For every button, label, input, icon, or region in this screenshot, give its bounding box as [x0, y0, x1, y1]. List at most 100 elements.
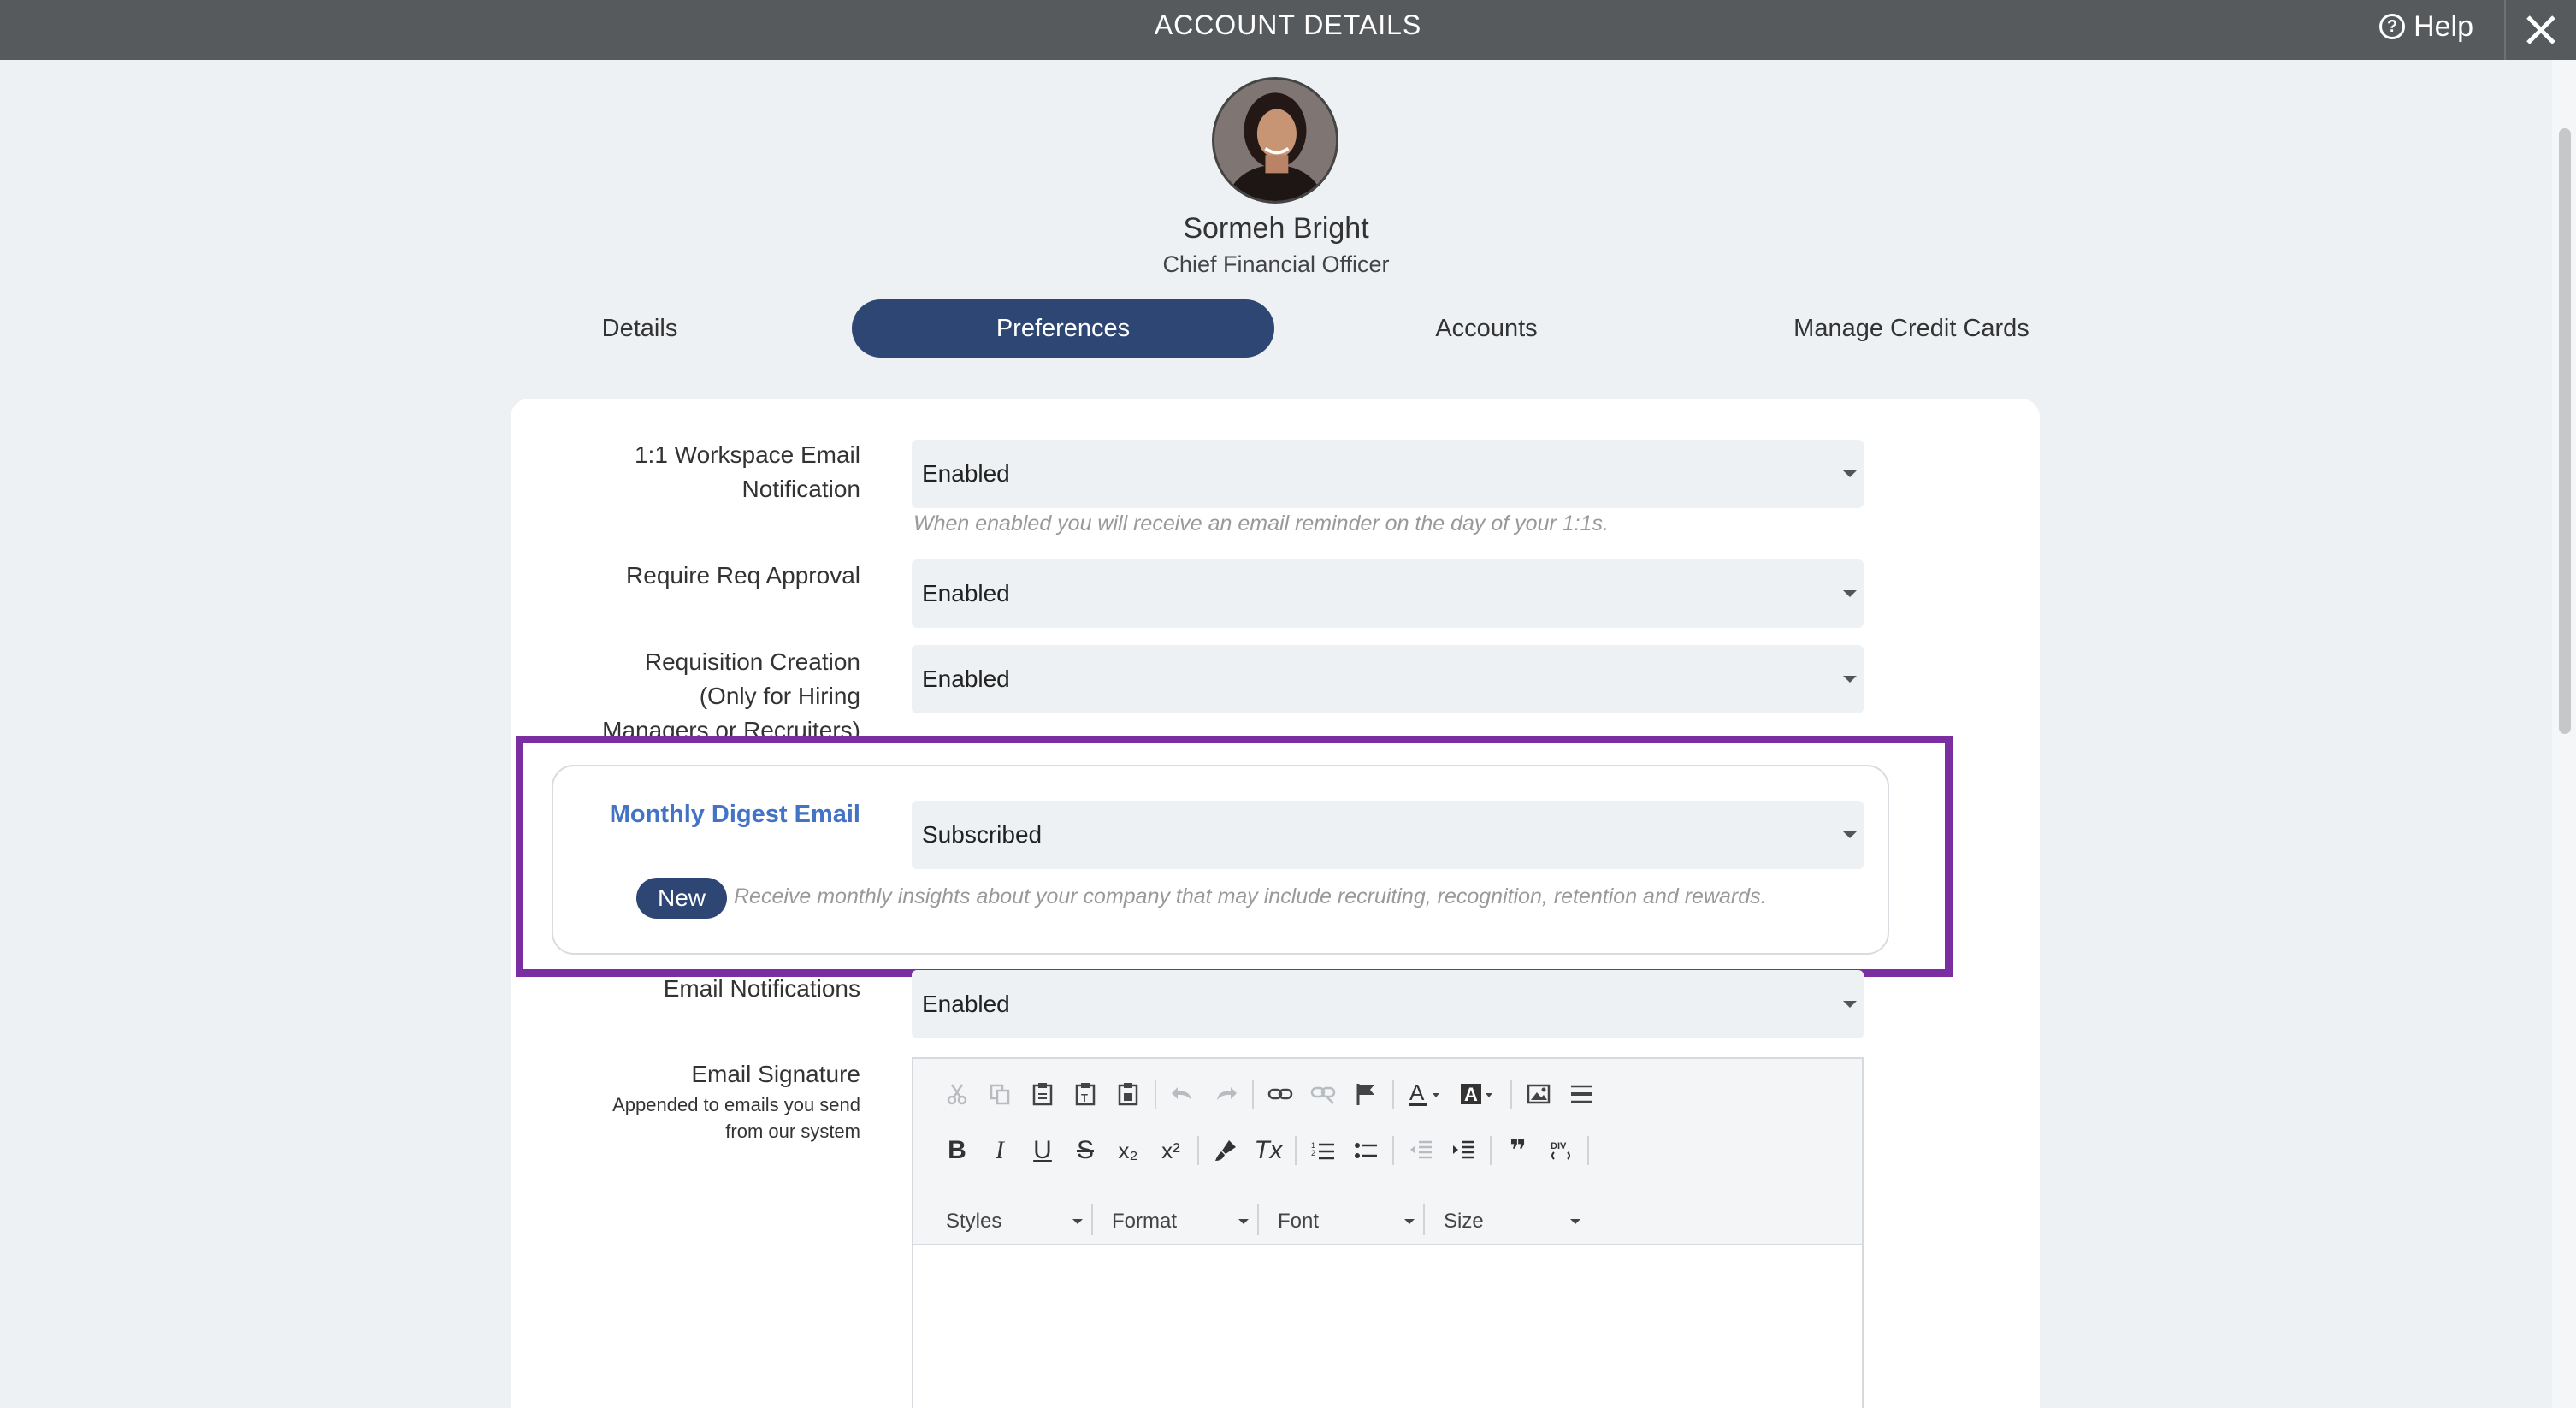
svg-text:2: 2 — [1311, 1149, 1315, 1157]
unlink-icon[interactable] — [1302, 1073, 1344, 1115]
workspace-email-value: Enabled — [922, 460, 1010, 487]
chevron-down-icon — [1404, 1219, 1415, 1224]
svg-text:A: A — [1464, 1084, 1478, 1105]
monthly-digest-label: Monthly Digest Email — [609, 801, 860, 828]
create-div-icon[interactable]: DIV — [1539, 1129, 1582, 1172]
toolbar-separator — [1510, 1080, 1512, 1109]
undo-icon[interactable] — [1161, 1073, 1204, 1115]
requisition-creation-label-line1: Requisition Creation — [644, 648, 860, 675]
email-notifications-select[interactable]: Enabled — [912, 970, 1864, 1038]
horizontal-rule-icon[interactable] — [1560, 1073, 1603, 1115]
scrollbar-thumb[interactable] — [2559, 128, 2571, 734]
email-signature-sub-line2: from our system — [725, 1121, 860, 1142]
profile-name: Sormeh Bright — [1183, 212, 1369, 245]
paste-text-icon[interactable]: T — [1064, 1073, 1107, 1115]
new-badge: New — [636, 878, 727, 919]
blockquote-icon[interactable]: ❞ — [1497, 1129, 1539, 1172]
monthly-digest-value: Subscribed — [922, 821, 1043, 848]
svg-text:A: A — [1409, 1081, 1425, 1105]
bold-icon[interactable]: B — [936, 1129, 978, 1172]
chevron-down-icon — [1843, 1001, 1857, 1008]
editor-toolbar: T A A B I U S x₂ x² Tx 1 2 ❞ DIV Styles … — [913, 1059, 1862, 1245]
size-combo[interactable]: Size — [1444, 1204, 1580, 1239]
combo-separator — [1091, 1204, 1093, 1235]
signature-editor: T A A B I U S x₂ x² Tx 1 2 ❞ DIV Styles … — [912, 1057, 1864, 1408]
format-combo[interactable]: Format — [1112, 1204, 1249, 1239]
subscript-icon[interactable]: x₂ — [1107, 1129, 1149, 1172]
strikethrough-icon[interactable]: S — [1064, 1129, 1107, 1172]
underline-icon[interactable]: U — [1021, 1129, 1064, 1172]
workspace-email-label-line2: Notification — [741, 476, 860, 502]
requisition-creation-select[interactable]: Enabled — [912, 645, 1864, 713]
text-color-icon[interactable]: A — [1399, 1073, 1452, 1115]
toolbar-separator — [1155, 1080, 1156, 1109]
monthly-digest-hint: Receive monthly insights about your comp… — [734, 884, 1767, 908]
paste-word-icon[interactable] — [1107, 1073, 1149, 1115]
toolbar-separator — [1252, 1080, 1254, 1109]
size-combo-label: Size — [1444, 1210, 1484, 1233]
font-combo-label: Font — [1278, 1210, 1320, 1233]
combo-separator — [1257, 1204, 1259, 1235]
outdent-icon[interactable] — [1399, 1129, 1442, 1172]
chevron-down-icon — [1072, 1219, 1083, 1224]
font-combo[interactable]: Font — [1278, 1204, 1415, 1239]
help-button[interactable]: ? Help — [2379, 9, 2473, 44]
scrollbar[interactable] — [2552, 60, 2576, 1408]
copy-icon[interactable] — [978, 1073, 1021, 1115]
tab-preferences[interactable]: Preferences — [852, 299, 1274, 358]
avatar — [1212, 77, 1338, 204]
email-notifications-value: Enabled — [922, 991, 1010, 1017]
tab-manage-credit-cards[interactable]: Manage Credit Cards — [1762, 299, 2061, 358]
workspace-email-hint: When enabled you will receive an email r… — [913, 512, 1609, 535]
tab-accounts[interactable]: Accounts — [1375, 299, 1598, 358]
email-signature-sub-line1: Appended to emails you send — [612, 1094, 860, 1115]
req-approval-label: Require Req Approval — [626, 562, 860, 589]
signature-content-area[interactable] — [913, 1247, 1862, 1408]
toolbar-separator — [1197, 1136, 1199, 1165]
toolbar-separator — [1490, 1136, 1492, 1165]
anchor-flag-icon[interactable] — [1344, 1073, 1387, 1115]
close-icon — [2526, 15, 2555, 44]
question-circle-icon: ? — [2379, 14, 2406, 39]
background-color-icon[interactable]: A — [1452, 1073, 1505, 1115]
email-notifications-label: Email Notifications — [663, 975, 860, 1002]
tab-details[interactable]: Details — [529, 299, 751, 358]
workspace-email-select[interactable]: Enabled — [912, 440, 1864, 508]
styles-combo-label: Styles — [946, 1210, 1002, 1233]
chevron-down-icon — [1843, 676, 1857, 683]
bulleted-list-icon[interactable] — [1344, 1129, 1387, 1172]
toolbar-separator — [1295, 1136, 1297, 1165]
link-icon[interactable] — [1259, 1073, 1302, 1115]
chevron-down-icon — [1843, 470, 1857, 477]
styles-combo[interactable]: Styles — [946, 1204, 1083, 1239]
redo-icon[interactable] — [1204, 1073, 1247, 1115]
toolbar-separator — [1587, 1136, 1589, 1165]
email-signature-label: Email Signature Appended to emails you s… — [513, 1057, 860, 1145]
cut-icon[interactable] — [936, 1073, 978, 1115]
svg-text:T: T — [1081, 1091, 1088, 1104]
help-label: Help — [2414, 9, 2473, 43]
monthly-digest-select[interactable]: Subscribed — [912, 801, 1864, 869]
requisition-creation-label: Requisition Creation (Only for Hiring Ma… — [513, 645, 860, 739]
profile-job-title: Chief Financial Officer — [1162, 251, 1390, 277]
numbered-list-icon[interactable]: 12 — [1302, 1129, 1344, 1172]
paint-brush-icon[interactable] — [1204, 1129, 1247, 1172]
paste-icon[interactable] — [1021, 1073, 1064, 1115]
toolbar-separator — [1392, 1136, 1394, 1165]
requisition-creation-value: Enabled — [922, 666, 1010, 692]
chevron-down-icon — [1843, 831, 1857, 838]
indent-icon[interactable] — [1442, 1129, 1485, 1172]
italic-icon[interactable]: I — [978, 1129, 1021, 1172]
req-approval-select[interactable]: Enabled — [912, 559, 1864, 628]
workspace-email-label: 1:1 Workspace Email Notification — [513, 438, 860, 506]
toolbar-separator — [1392, 1080, 1394, 1109]
image-icon[interactable] — [1517, 1073, 1560, 1115]
remove-format-icon[interactable]: Tx — [1247, 1129, 1290, 1172]
req-approval-value: Enabled — [922, 580, 1010, 606]
toolbar-row-1: T A A — [936, 1073, 1603, 1115]
chevron-down-icon — [1843, 590, 1857, 597]
svg-text:DIV: DIV — [1551, 1141, 1567, 1151]
superscript-icon[interactable]: x² — [1149, 1129, 1192, 1172]
requisition-creation-label-line2: (Only for Hiring — [699, 683, 860, 709]
close-button[interactable] — [2504, 0, 2576, 60]
